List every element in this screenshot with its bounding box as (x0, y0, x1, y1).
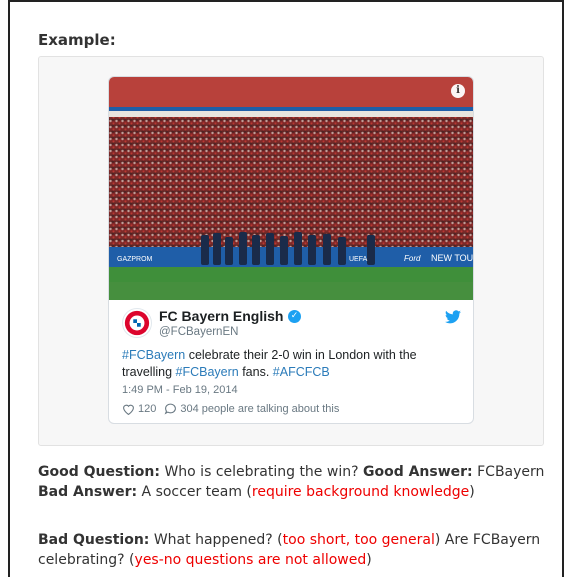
error-note: yes-no questions are not allowed (134, 552, 367, 568)
tweet-timestamp[interactable]: 1:49 PM - Feb 19, 2014 (122, 384, 238, 396)
ad-board-uefa: UEFA (349, 256, 368, 263)
label-good-answer: Good Answer: (362, 464, 473, 480)
reply-bubble-icon[interactable] (164, 403, 177, 415)
explanation-text: Who is celebrating the win? (160, 464, 363, 480)
explanation-text: ) (366, 552, 372, 568)
tweet-card[interactable]: GAZPROM UEFA Ford NEW TOU i FC Bayern En… (108, 76, 474, 424)
tweet-stats: 120 304 people are talking about this (122, 403, 339, 415)
bad-question-explanation: Bad Question: What happened? (too short,… (38, 530, 550, 570)
heart-icon[interactable] (122, 403, 135, 415)
ad-board-newtou: NEW TOU (431, 253, 473, 263)
author-name[interactable]: FC Bayern English (159, 308, 283, 324)
ad-board-ford: Ford (404, 254, 421, 263)
explanation-text: FCBayern (472, 464, 545, 480)
tweet-photo[interactable]: GAZPROM UEFA Ford NEW TOU (109, 77, 474, 300)
tweet-text: #FCBayern celebrate their 2-0 win in Lon… (122, 347, 467, 381)
label-good-question: Good Question: (38, 464, 160, 480)
tweet-body: FC Bayern English ✓ @FCBayernEN #FCBayer… (109, 300, 473, 423)
hashtag-link[interactable]: #AFCFCB (273, 365, 330, 379)
good-bad-answer-explanation: Good Question: Who is celebrating the wi… (38, 462, 550, 502)
label-bad-answer: Bad Answer: (38, 484, 138, 500)
info-icon[interactable]: i (451, 84, 465, 98)
avatar[interactable] (122, 308, 152, 338)
ad-board-gazprom: GAZPROM (117, 256, 153, 263)
hashtag-link[interactable]: #FCBayern (122, 348, 185, 362)
talking-count[interactable]: 304 people are talking about this (180, 403, 339, 415)
hashtag-link[interactable]: #FCBayern (176, 365, 239, 379)
explanation-text: A soccer team ( (137, 484, 252, 500)
verified-icon: ✓ (288, 310, 301, 323)
explanation-text: ) (469, 484, 475, 500)
example-heading: Example: (38, 31, 116, 49)
error-note: require background knowledge (251, 484, 470, 500)
tweet-text-part: fans. (238, 365, 273, 379)
author-handle[interactable]: @FCBayernEN (159, 326, 238, 338)
label-bad-question: Bad Question: (38, 532, 150, 548)
error-note: too short, too general (282, 532, 435, 548)
twitter-bird-icon[interactable] (445, 310, 461, 324)
likes-count[interactable]: 120 (138, 403, 156, 415)
explanation-text: What happened? ( (149, 532, 283, 548)
